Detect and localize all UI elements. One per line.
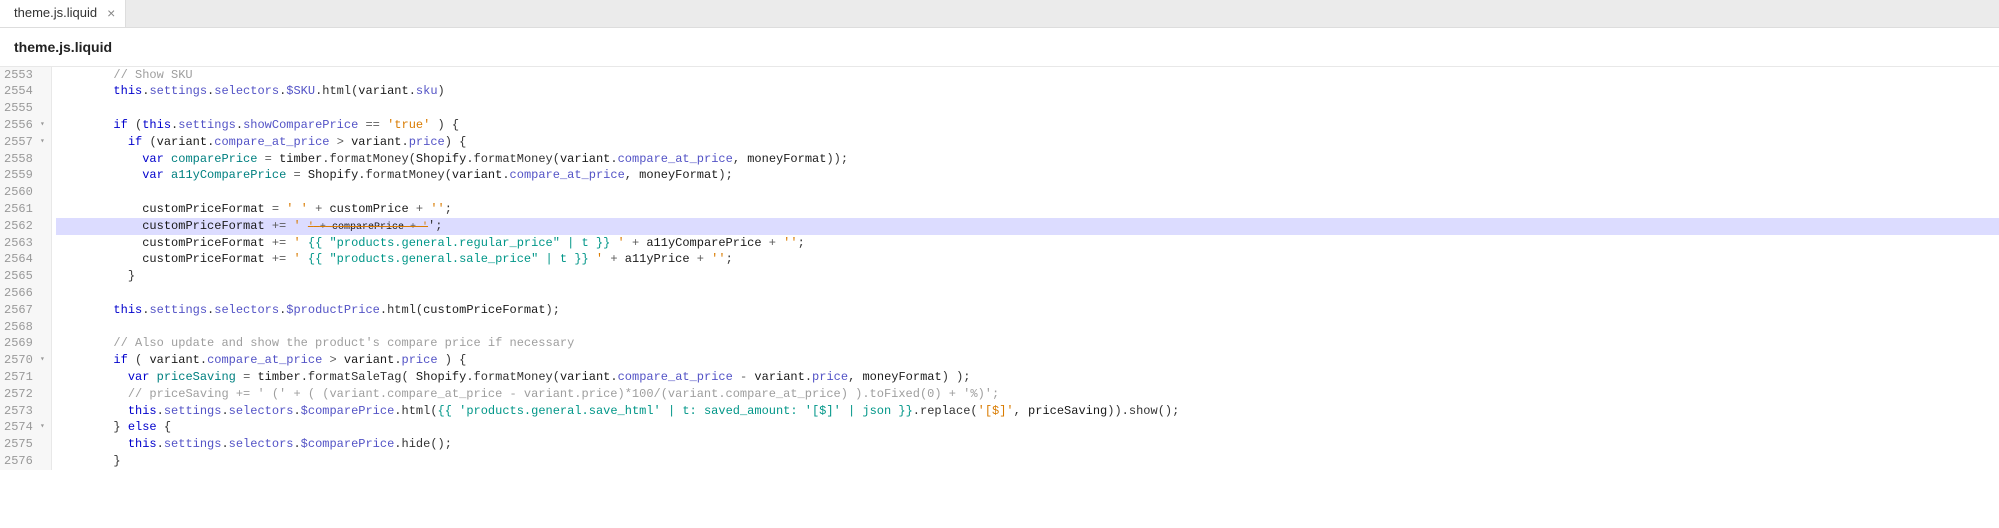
code-area[interactable]: // Show SKU this.settings.selectors.$SKU… [52, 67, 1999, 470]
code-line[interactable]: customPriceFormat += ' {{ "products.gene… [56, 251, 1999, 268]
tab-label: theme.js.liquid [14, 4, 97, 22]
code-line[interactable]: if (variant.compare_at_price > variant.p… [56, 134, 1999, 151]
code-line[interactable]: var comparePrice = timber.formatMoney(Sh… [56, 151, 1999, 168]
code-line[interactable]: var priceSaving = timber.formatSaleTag( … [56, 369, 1999, 386]
code-line[interactable]: this.settings.selectors.$productPrice.ht… [56, 302, 1999, 319]
gutter-line: 2556▾ [4, 117, 45, 134]
code-line[interactable]: // Show SKU [56, 67, 1999, 84]
line-number: 2555 [4, 100, 33, 117]
code-line[interactable]: if ( variant.compare_at_price > variant.… [56, 352, 1999, 369]
line-number: 2562 [4, 218, 33, 235]
line-number: 2556 [4, 117, 33, 134]
fold-icon[interactable]: ▾ [35, 134, 45, 151]
code-line[interactable]: this.settings.selectors.$SKU.html(varian… [56, 83, 1999, 100]
gutter-line: 2563 [4, 235, 45, 252]
tab-theme-js-liquid[interactable]: theme.js.liquid × [0, 0, 126, 27]
gutter-line: 2576 [4, 453, 45, 470]
code-line[interactable] [56, 100, 1999, 117]
code-line[interactable]: // priceSaving += ' (' + ( (variant.comp… [56, 386, 1999, 403]
code-line[interactable]: } [56, 268, 1999, 285]
code-line[interactable] [56, 285, 1999, 302]
line-number: 2570 [4, 352, 33, 369]
code-line[interactable]: var a11yComparePrice = Shopify.formatMon… [56, 167, 1999, 184]
code-line[interactable]: } [56, 453, 1999, 470]
line-number: 2565 [4, 268, 33, 285]
code-line[interactable]: // Also update and show the product's co… [56, 335, 1999, 352]
gutter-line: 2559 [4, 167, 45, 184]
line-number: 2572 [4, 386, 33, 403]
close-icon[interactable]: × [107, 4, 115, 24]
gutter-line: 2567 [4, 302, 45, 319]
line-number: 2573 [4, 403, 33, 420]
gutter-line: 2555 [4, 100, 45, 117]
gutter-line: 2574▾ [4, 419, 45, 436]
gutter-line: 2572 [4, 386, 45, 403]
gutter-line: 2570▾ [4, 352, 45, 369]
code-line[interactable]: customPriceFormat += ' ' + comparePrice … [56, 218, 1999, 235]
fold-icon[interactable]: ▾ [35, 117, 45, 134]
code-line[interactable]: if (this.settings.showComparePrice == 't… [56, 117, 1999, 134]
fold-icon[interactable]: ▾ [35, 419, 45, 436]
line-number: 2561 [4, 201, 33, 218]
code-line[interactable] [56, 319, 1999, 336]
code-line[interactable] [56, 184, 1999, 201]
line-number: 2554 [4, 83, 33, 100]
gutter-line: 2554 [4, 83, 45, 100]
line-number: 2553 [4, 67, 33, 84]
fold-icon[interactable]: ▾ [35, 352, 45, 369]
gutter: 2553255425552556▾2557▾255825592560256125… [0, 67, 52, 470]
gutter-line: 2565 [4, 268, 45, 285]
gutter-line: 2558 [4, 151, 45, 168]
gutter-line: 2569 [4, 335, 45, 352]
gutter-line: 2573 [4, 403, 45, 420]
line-number: 2567 [4, 302, 33, 319]
line-number: 2559 [4, 167, 33, 184]
gutter-line: 2575 [4, 436, 45, 453]
code-line[interactable]: customPriceFormat += ' {{ "products.gene… [56, 235, 1999, 252]
line-number: 2563 [4, 235, 33, 252]
line-number: 2560 [4, 184, 33, 201]
code-line[interactable]: this.settings.selectors.$comparePrice.hi… [56, 436, 1999, 453]
line-number: 2574 [4, 419, 33, 436]
line-number: 2575 [4, 436, 33, 453]
code-line[interactable]: } else { [56, 419, 1999, 436]
line-number: 2568 [4, 319, 33, 336]
line-number: 2569 [4, 335, 33, 352]
gutter-line: 2557▾ [4, 134, 45, 151]
line-number: 2571 [4, 369, 33, 386]
gutter-line: 2560 [4, 184, 45, 201]
code-line[interactable]: customPriceFormat = ' ' + customPrice + … [56, 201, 1999, 218]
code-editor[interactable]: 2553255425552556▾2557▾255825592560256125… [0, 67, 1999, 470]
breadcrumb-label: theme.js.liquid [14, 39, 112, 55]
line-number: 2576 [4, 453, 33, 470]
line-number: 2557 [4, 134, 33, 151]
gutter-line: 2553 [4, 67, 45, 84]
gutter-line: 2566 [4, 285, 45, 302]
gutter-line: 2562 [4, 218, 45, 235]
gutter-line: 2561 [4, 201, 45, 218]
line-number: 2564 [4, 251, 33, 268]
line-number: 2566 [4, 285, 33, 302]
gutter-line: 2568 [4, 319, 45, 336]
code-line[interactable]: this.settings.selectors.$comparePrice.ht… [56, 403, 1999, 420]
line-number: 2558 [4, 151, 33, 168]
gutter-line: 2564 [4, 251, 45, 268]
gutter-line: 2571 [4, 369, 45, 386]
breadcrumb: theme.js.liquid [0, 28, 1999, 67]
tab-bar: theme.js.liquid × [0, 0, 1999, 28]
